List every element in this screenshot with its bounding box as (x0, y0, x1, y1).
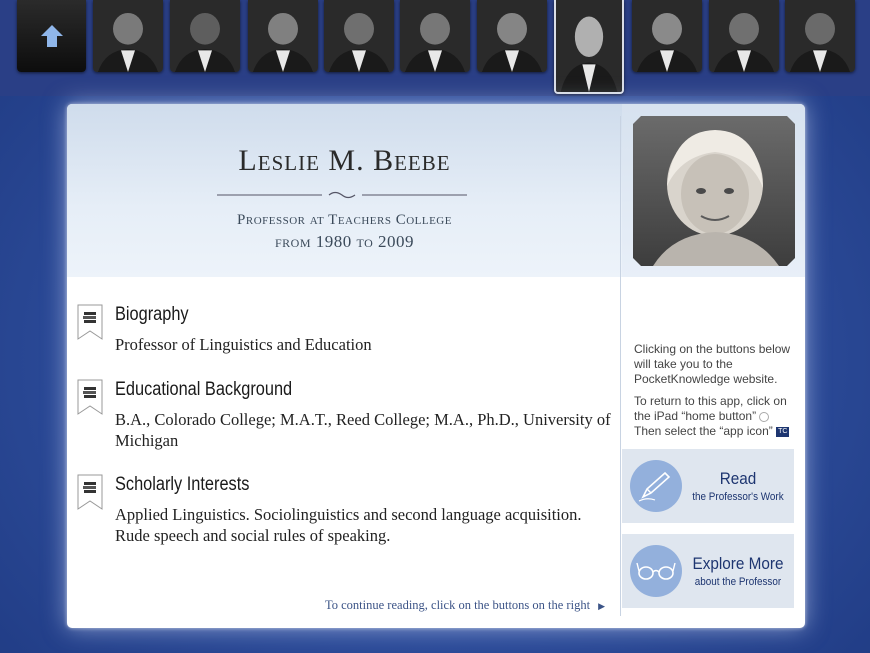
portrait-thumbnail[interactable] (554, 0, 624, 94)
instructions-text-3: Then select the “app icon” (634, 424, 773, 438)
instructions-text-1: Clicking on the buttons below will take … (634, 342, 791, 386)
books-ribbon-icon (77, 474, 103, 510)
portrait-thumbnail[interactable] (709, 0, 779, 72)
instructions-panel: Clicking on the buttons below will take … (634, 342, 794, 446)
section-body: Applied Linguistics. Sociolinguistics an… (115, 505, 582, 545)
arrow-right-icon: ▶ (598, 601, 606, 611)
explore-button-label: Explore More (692, 554, 784, 573)
continue-hint: To continue reading, click on the button… (325, 598, 606, 612)
professor-title: Professor at Teachers College (237, 212, 452, 228)
read-button-label: Read (719, 469, 757, 488)
professor-years: from 1980 to 2009 (274, 232, 415, 251)
portrait-thumbnail[interactable] (632, 0, 702, 72)
home-button-icon (759, 411, 770, 422)
books-ribbon-icon (77, 304, 103, 340)
read-work-button[interactable]: Read the Professor's Work (622, 449, 794, 523)
portrait-thumbnail[interactable] (248, 0, 318, 72)
professor-photo (633, 116, 795, 266)
books-ribbon-icon (77, 379, 103, 415)
professor-name: Leslie M. Beebe (238, 144, 451, 177)
explore-more-button[interactable]: Explore More about the Professor (622, 534, 794, 608)
up-arrow-home-icon (40, 25, 63, 47)
profile-header: Leslie M. Beebe Professor at Teachers Co… (67, 104, 622, 277)
section-body: Professor of Linguistics and Education (115, 335, 372, 354)
section-title: Educational Background (115, 379, 293, 400)
home-button[interactable] (17, 0, 86, 72)
glasses-icon (630, 545, 682, 597)
portrait-thumbnail[interactable] (785, 0, 855, 72)
divider-ornament (217, 191, 467, 199)
portrait-thumbnail[interactable] (400, 0, 470, 72)
section-body: B.A., Colorado College; M.A.T., Reed Col… (115, 410, 611, 450)
app-icon: TC (776, 426, 790, 437)
section-title: Scholarly Interests (115, 474, 250, 495)
column-divider (620, 116, 621, 616)
section-title: Biography (115, 304, 189, 325)
pen-icon (630, 460, 682, 512)
photo-panel (622, 104, 805, 277)
profile-card: Leslie M. Beebe Professor at Teachers Co… (67, 104, 805, 628)
explore-button-sublabel: about the Professor (694, 576, 782, 588)
read-button-sublabel: the Professor's Work (692, 491, 784, 503)
portrait-thumbnail[interactable] (324, 0, 394, 72)
portrait-thumbnail[interactable] (477, 0, 547, 72)
portrait-thumbnail[interactable] (170, 0, 240, 72)
portrait-thumbnail[interactable] (93, 0, 163, 72)
